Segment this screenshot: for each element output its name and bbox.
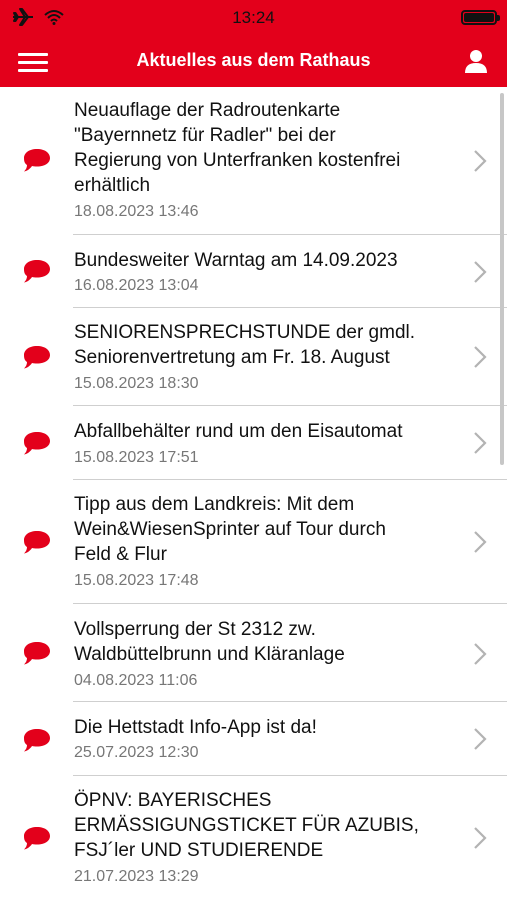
status-time: 13:24 xyxy=(232,8,275,27)
item-date: 15.08.2023 17:51 xyxy=(74,449,199,466)
chevron-right-icon xyxy=(474,432,487,454)
item-title-line: Neuauflage der Radroutenkarte xyxy=(74,100,341,121)
chevron-right-icon xyxy=(474,346,487,368)
item-title-line: SENIORENSPRECHSTUNDE der gmdl. xyxy=(74,322,416,343)
item-title-line: Bundesweiter Warntag am 14.09.2023 xyxy=(74,250,398,271)
speech-bubble-icon xyxy=(24,260,50,283)
item-date: 18.08.2023 13:46 xyxy=(74,203,199,220)
battery-icon xyxy=(461,10,500,25)
speech-bubble-icon xyxy=(24,432,50,455)
item-date: 25.07.2023 12:30 xyxy=(74,744,199,761)
chevron-right-icon xyxy=(474,150,487,172)
list-item[interactable]: Die Hettstadt Info-App ist da! 25.07.202… xyxy=(0,702,507,776)
item-title-line: Seniorenvertretung am Fr. 18. August xyxy=(74,347,390,368)
item-date: 15.08.2023 18:30 xyxy=(74,375,199,392)
item-date: 21.07.2023 13:29 xyxy=(74,868,199,885)
item-title-line: Waldbüttelbrunn und Kläranlage xyxy=(74,644,345,665)
item-title-line: FSJ´ler UND STUDIERENDE xyxy=(74,840,324,861)
app-header: 13:24 Aktuelles aus dem Rathaus xyxy=(0,0,507,87)
list-item[interactable]: Vollsperrung der St 2312 zw. Waldbüttelb… xyxy=(0,604,507,702)
speech-bubble-icon xyxy=(24,149,50,172)
item-title-line: Feld & Flur xyxy=(74,544,167,565)
speech-bubble-icon xyxy=(24,531,50,554)
scrollbar[interactable] xyxy=(500,93,504,465)
chevron-right-icon xyxy=(474,261,487,283)
item-title-line: ÖPNV: BAYERISCHES xyxy=(74,790,272,811)
chevron-right-icon xyxy=(474,643,487,665)
item-title-line: Regierung von Unterfranken kostenfrei xyxy=(74,150,401,171)
item-date: 04.08.2023 11:06 xyxy=(74,672,198,689)
item-date: 16.08.2023 13:04 xyxy=(74,277,199,294)
item-title-line: erhältlich xyxy=(74,175,151,196)
chevron-right-icon xyxy=(474,728,487,750)
list-item[interactable]: Neuauflage der Radroutenkarte "Bayernnet… xyxy=(0,87,507,235)
list-item[interactable]: Abfallbehälter rund um den Eisautomat 15… xyxy=(0,406,507,480)
chevron-right-icon xyxy=(474,827,487,849)
user-icon[interactable] xyxy=(463,48,489,74)
speech-bubble-icon xyxy=(24,729,50,752)
page-title: Aktuelles aus dem Rathaus xyxy=(136,50,371,70)
list-item[interactable]: Tipp aus dem Landkreis: Mit dem Wein&Wie… xyxy=(0,480,507,604)
item-date: 15.08.2023 17:48 xyxy=(74,572,199,589)
speech-bubble-icon xyxy=(24,642,50,665)
list-item[interactable]: ÖPNV: BAYERISCHES ERMÄSSIGUNGSTICKET FÜR… xyxy=(0,776,507,900)
nav-bar: Aktuelles aus dem Rathaus xyxy=(0,36,507,87)
speech-bubble-icon xyxy=(24,346,50,369)
chevron-right-icon xyxy=(474,531,487,553)
list-item[interactable]: SENIORENSPRECHSTUNDE der gmdl. Seniorenv… xyxy=(0,308,507,406)
list-item[interactable]: Bundesweiter Warntag am 14.09.2023 16.08… xyxy=(0,235,507,308)
item-title-line: Vollsperrung der St 2312 zw. xyxy=(74,619,316,640)
status-bar: 13:24 xyxy=(0,0,507,36)
item-title-line: Abfallbehälter rund um den Eisautomat xyxy=(74,421,403,442)
item-title-line: Die Hettstadt Info-App ist da! xyxy=(74,717,317,738)
item-title-line: "Bayernnetz für Radler" bei der xyxy=(74,125,336,146)
item-title-line: Wein&WiesenSprinter auf Tour durch xyxy=(74,519,386,540)
speech-bubble-icon xyxy=(24,827,50,850)
item-title-line: ERMÄSSIGUNGSTICKET FÜR AZUBIS, xyxy=(74,815,419,836)
item-title-line: Tipp aus dem Landkreis: Mit dem xyxy=(74,494,355,515)
